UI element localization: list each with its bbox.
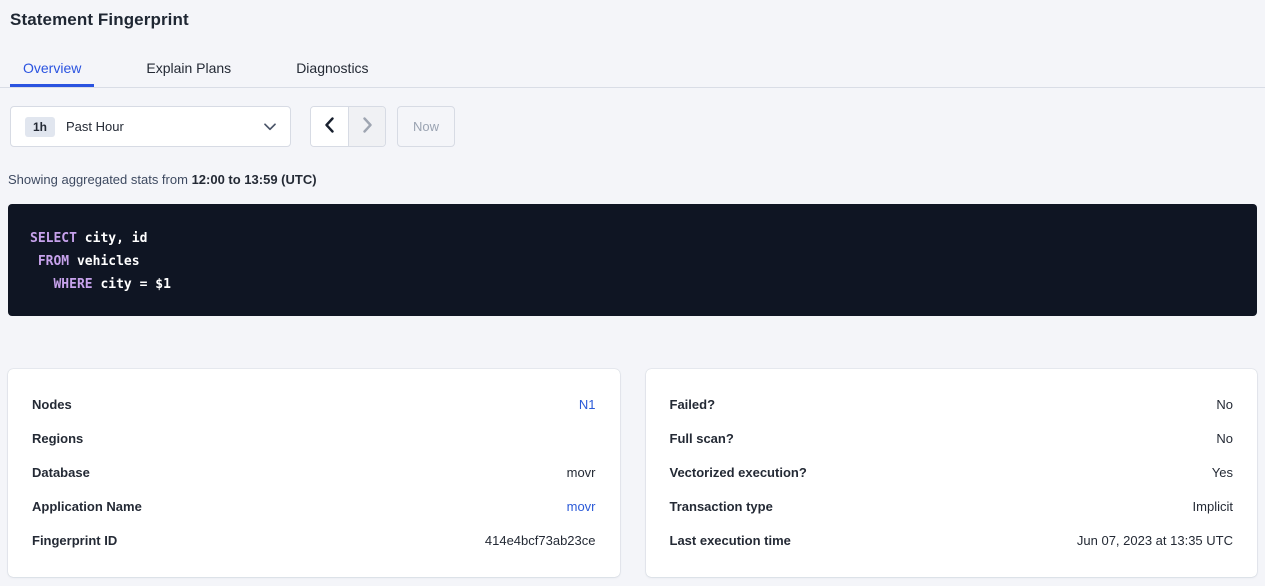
row-application-name: Application Name movr [32,489,596,523]
time-interval-label: Past Hour [66,119,124,134]
sql-line: FROM vehicles [30,250,1235,273]
row-regions: Regions [32,421,596,455]
full-scan-label: Full scan? [670,431,734,446]
row-nodes: Nodes N1 [32,387,596,421]
time-step-buttons [310,106,386,147]
statement-fingerprint-page: Statement Fingerprint Overview Explain P… [0,10,1265,586]
stats-line-prefix: Showing aggregated stats from [8,172,192,187]
row-vectorized-execution: Vectorized execution? Yes [670,455,1234,489]
row-fingerprint-id: Fingerprint ID 414e4bcf73ab23ce [32,523,596,557]
last-execution-time-value: Jun 07, 2023 at 13:35 UTC [1077,533,1233,548]
page-title: Statement Fingerprint [10,10,1265,30]
chevron-down-icon [264,123,276,131]
row-full-scan: Full scan? No [670,421,1234,455]
full-scan-value: No [1216,431,1233,446]
nodes-label: Nodes [32,397,72,412]
database-label: Database [32,465,90,480]
transaction-type-value: Implicit [1193,499,1233,514]
tab-overview[interactable]: Overview [10,54,94,87]
application-name-label: Application Name [32,499,142,514]
time-toolbar: 1h Past Hour Now [10,106,1265,147]
tab-bar: Overview Explain Plans Diagnostics [0,54,1265,88]
nodes-value-link[interactable]: N1 [579,397,596,412]
tab-diagnostics-label: Diagnostics [296,60,368,76]
tab-explain-plans[interactable]: Explain Plans [133,54,244,87]
chevron-left-icon [324,117,335,136]
details-cards: Nodes N1 Regions Database movr Applicati… [8,369,1257,577]
sql-line: SELECT city, id [30,227,1235,250]
aggregated-stats-line: Showing aggregated stats from 12:00 to 1… [8,172,1265,187]
fingerprint-id-label: Fingerprint ID [32,533,117,548]
execution-attributes-card: Failed? No Full scan? No Vectorized exec… [646,369,1258,577]
next-interval-button[interactable] [348,107,385,146]
tab-explain-plans-label: Explain Plans [146,60,231,76]
database-value: movr [567,465,596,480]
time-interval-badge: 1h [25,117,55,137]
sql-line: WHERE city = $1 [30,273,1235,296]
sql-statement-box: SELECT city, id FROM vehicles WHERE city… [8,204,1257,316]
regions-label: Regions [32,431,83,446]
vectorized-execution-value: Yes [1212,465,1233,480]
row-last-execution-time: Last execution time Jun 07, 2023 at 13:3… [670,523,1234,557]
last-execution-time-label: Last execution time [670,533,791,548]
vectorized-execution-label: Vectorized execution? [670,465,807,480]
chevron-right-icon [362,117,373,136]
transaction-type-label: Transaction type [670,499,773,514]
failed-label: Failed? [670,397,716,412]
statement-details-card: Nodes N1 Regions Database movr Applicati… [8,369,620,577]
row-failed: Failed? No [670,387,1234,421]
sql-keyword: WHERE [53,277,92,292]
sql-keyword: FROM [38,254,69,269]
now-button[interactable]: Now [397,106,455,147]
sql-keyword: SELECT [30,231,77,246]
failed-value: No [1216,397,1233,412]
row-transaction-type: Transaction type Implicit [670,489,1234,523]
tab-diagnostics[interactable]: Diagnostics [283,54,381,87]
application-name-value-link[interactable]: movr [567,499,596,514]
fingerprint-id-value: 414e4bcf73ab23ce [485,533,596,548]
row-database: Database movr [32,455,596,489]
tab-overview-label: Overview [23,60,81,76]
stats-line-range: 12:00 to 13:59 (UTC) [192,172,317,187]
previous-interval-button[interactable] [311,107,348,146]
time-interval-select[interactable]: 1h Past Hour [10,106,291,147]
